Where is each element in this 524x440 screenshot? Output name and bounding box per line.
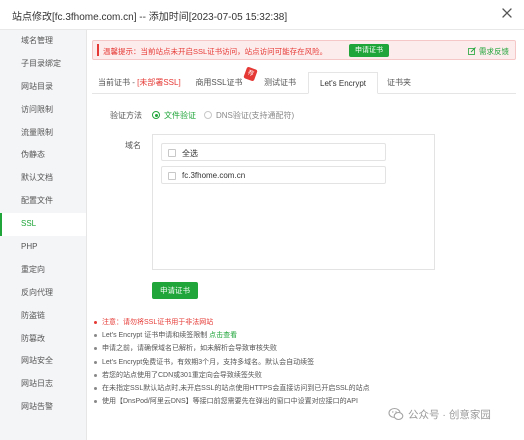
close-icon[interactable] — [500, 6, 514, 20]
sidebar-item-hotlink[interactable]: 防盗链 — [0, 305, 86, 328]
view-limits-link[interactable]: 点击查看 — [209, 332, 237, 339]
domain-list: 全选 fc.3fhome.com.cn — [152, 134, 435, 270]
sidebar: 域名管理 子目录绑定 网站目录 访问限制 流量限制 伪静态 默认文档 配置文件 … — [0, 30, 87, 440]
note-item: Let's Encrypt免费证书，有效期3个月，支持多域名。默认会自动续签 — [94, 356, 514, 369]
checkbox — [168, 172, 176, 180]
sidebar-item-subdir-bind[interactable]: 子目录绑定 — [0, 53, 86, 76]
radio-dot — [204, 111, 212, 119]
tab-commercial-ssl-label: 商用SSL证书 — [195, 78, 243, 87]
radio-dns-verify-label: DNS验证(支持通配符) — [216, 111, 295, 120]
watermark-text: 公众号 · 创意家园 — [408, 409, 491, 421]
tab-current-cert-label: 当前证书 - — [98, 78, 138, 87]
feedback-link[interactable]: 需求反馈 — [468, 46, 509, 57]
notes-list: 注意：请勿将SSL证书用于非法网站 Let's Encrypt 证书申请和续签限… — [94, 316, 514, 408]
alert-text: 温馨提示：当前站点未开启SSL证书访问，站点访问可能存在风险。 — [103, 47, 328, 56]
domain-select-all[interactable]: 全选 — [161, 143, 386, 161]
domain-item-label: fc.3fhome.com.cn — [182, 171, 246, 180]
warning-bar-icon — [97, 44, 99, 56]
tab-cert-folder-label: 证书夹 — [387, 78, 411, 87]
sidebar-item-ssl[interactable]: SSL — [0, 213, 86, 237]
tab-cert-folder[interactable]: 证书夹 — [382, 72, 416, 94]
note-item: 在未指定SSL默认站点时,未开启SSL的站点使用HTTPS会直接访问到已开启SS… — [94, 382, 514, 395]
watermark: 公众号 · 创意家园 — [388, 404, 518, 424]
feedback-label: 需求反馈 — [479, 47, 509, 56]
verify-method-label: 验证方法 — [110, 111, 142, 120]
sidebar-item-reverse-proxy[interactable]: 反向代理 — [0, 282, 86, 305]
sidebar-item-default-doc[interactable]: 默认文档 — [0, 167, 86, 190]
radio-dns-verify[interactable]: DNS验证(支持通配符) — [204, 110, 294, 121]
ssl-warning-alert: 温馨提示：当前站点未开启SSL证书访问，站点访问可能存在风险。 申请证书 需求反… — [92, 40, 516, 60]
dialog-title: 站点修改[fc.3fhome.com.cn] -- 添加时间[2023-07-0… — [12, 12, 288, 23]
tab-lets-encrypt[interactable]: Let's Encrypt — [308, 72, 378, 94]
tab-current-cert-status: [未部署SSL] — [137, 78, 181, 87]
wechat-icon — [388, 407, 404, 421]
sidebar-item-domain-manage[interactable]: 域名管理 — [0, 30, 86, 53]
sidebar-item-php[interactable]: PHP — [0, 236, 86, 259]
checkbox — [168, 149, 176, 157]
note-item: 申请之前，请确保域名已解析，如未解析会导致审核失败 — [94, 342, 514, 355]
radio-file-verify-label: 文件验证 — [164, 111, 196, 120]
note-item: 注意：请勿将SSL证书用于非法网站 — [94, 316, 514, 329]
domain-label: 域名 — [125, 141, 141, 150]
ssl-tabs: 当前证书 - [未部署SSL] 商用SSL证书 测试证书 Let's Encry… — [92, 72, 516, 94]
note-item: 若您的站点使用了CDN或301重定向会导致续签失败 — [94, 369, 514, 382]
sidebar-item-rewrite[interactable]: 伪静态 — [0, 144, 86, 167]
apply-cert-button[interactable]: 申请证书 — [152, 282, 198, 299]
tab-commercial-ssl[interactable]: 商用SSL证书 — [188, 72, 250, 94]
sidebar-item-access-limit[interactable]: 访问限制 — [0, 99, 86, 122]
sidebar-item-site-alert[interactable]: 网站告警 — [0, 396, 86, 419]
domain-select-all-label: 全选 — [182, 149, 198, 158]
sidebar-item-site-dir[interactable]: 网站目录 — [0, 76, 86, 99]
sidebar-item-site-log[interactable]: 网站日志 — [0, 373, 86, 396]
domain-item[interactable]: fc.3fhome.com.cn — [161, 166, 386, 184]
alert-apply-cert-button[interactable]: 申请证书 — [349, 44, 389, 57]
tab-current-cert[interactable]: 当前证书 - [未部署SSL] — [98, 72, 181, 94]
note-item: Let's Encrypt 证书申请和续签限制 点击查看 — [94, 329, 514, 342]
tab-test-cert-label: 测试证书 — [264, 78, 296, 87]
dialog-titlebar: 站点修改[fc.3fhome.com.cn] -- 添加时间[2023-07-0… — [0, 0, 524, 30]
sidebar-item-traffic-limit[interactable]: 流量限制 — [0, 122, 86, 145]
radio-dot — [152, 111, 160, 119]
sidebar-item-redirect[interactable]: 重定向 — [0, 259, 86, 282]
sidebar-item-tamper-proof[interactable]: 防篡改 — [0, 328, 86, 351]
sidebar-item-site-security[interactable]: 网站安全 — [0, 350, 86, 373]
tab-lets-encrypt-label: Let's Encrypt — [320, 79, 366, 88]
edit-icon — [468, 47, 476, 55]
note-text: Let's Encrypt 证书申请和续签限制 — [102, 332, 210, 340]
radio-file-verify[interactable]: 文件验证 — [152, 110, 196, 121]
sidebar-item-config-file[interactable]: 配置文件 — [0, 190, 86, 213]
tab-test-cert[interactable]: 测试证书 — [258, 72, 302, 94]
